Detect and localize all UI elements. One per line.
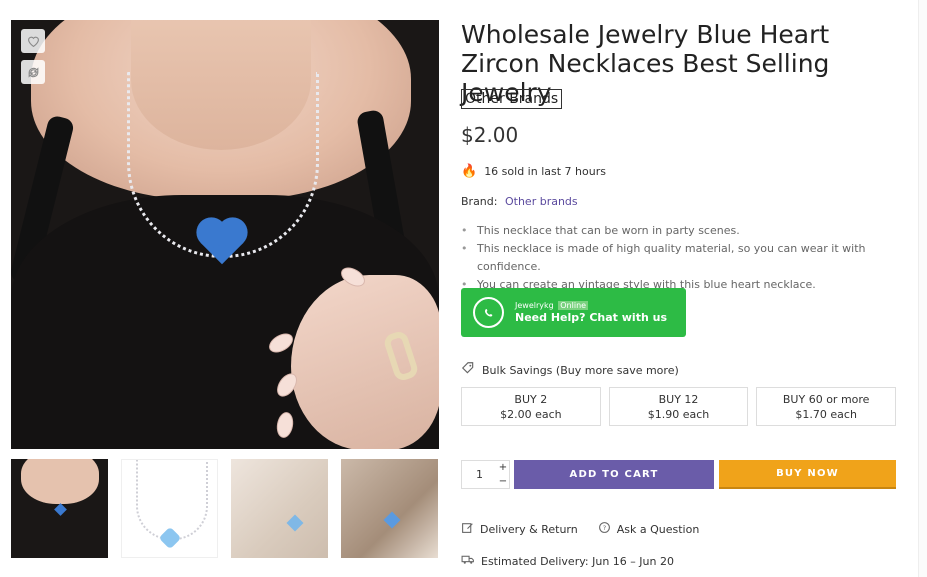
buy-now-button[interactable]: BUY NOW	[719, 460, 896, 489]
whatsapp-chat-button[interactable]: Jewelrykg Online Need Help? Chat with us	[461, 288, 686, 337]
add-to-cart-button[interactable]: ADD TO CART	[514, 460, 714, 489]
page-scrollbar[interactable]	[918, 0, 927, 577]
sold-text: 16 sold in last 7 hours	[484, 165, 606, 178]
wishlist-button[interactable]	[21, 29, 45, 53]
feature-list: This necklace that can be worn in party …	[461, 222, 891, 294]
product-price: $2.00	[461, 123, 519, 147]
whatsapp-name: Jewelrykg	[515, 301, 554, 310]
brand-label: Brand:	[461, 195, 498, 208]
info-links: Delivery & Return ? Ask a Question	[461, 521, 699, 537]
edit-box-icon	[461, 521, 474, 537]
whatsapp-cta: Need Help? Chat with us	[515, 311, 667, 324]
delivery-return-link[interactable]: Delivery & Return	[461, 521, 578, 537]
tier-price: $2.00 each	[500, 408, 562, 421]
whatsapp-header: Jewelrykg Online	[515, 300, 667, 311]
sold-counter: 🔥 16 sold in last 7 hours	[461, 164, 606, 179]
thumbnail-3[interactable]	[231, 459, 328, 558]
feature-item: This necklace is made of high quality ma…	[461, 240, 891, 276]
truck-icon	[461, 553, 475, 569]
tier-price: $1.90 each	[647, 408, 710, 421]
ask-question-link[interactable]: ? Ask a Question	[598, 521, 700, 537]
feature-item: This necklace that can be worn in party …	[461, 222, 891, 240]
image-hand	[291, 275, 439, 449]
tag-icon	[461, 361, 475, 379]
whatsapp-text: Jewelrykg Online Need Help? Chat with us	[515, 300, 667, 325]
quantity-input[interactable]	[462, 461, 497, 488]
thumbnail-4[interactable]	[341, 459, 438, 558]
quantity-decrease-button[interactable]: −	[497, 475, 509, 489]
heart-outline-icon	[27, 36, 39, 47]
quantity-stepper: + −	[461, 460, 510, 489]
estimated-delivery: Estimated Delivery: Jun 16 – Jun 20	[461, 553, 674, 569]
thumbnail-strip	[11, 459, 439, 558]
main-product-image[interactable]	[11, 20, 439, 449]
refresh-icon	[28, 66, 38, 78]
tier-qty: BUY 12	[658, 393, 699, 406]
bulk-tier[interactable]: BUY 60 or more $1.70 each	[756, 387, 897, 426]
tier-qty: BUY 60 or more	[782, 393, 870, 406]
ask-question-label: Ask a Question	[616, 522, 700, 536]
thumbnail-2[interactable]	[121, 459, 218, 558]
tier-price: $1.70 each	[795, 408, 857, 421]
fire-icon: 🔥	[461, 164, 478, 179]
compare-button[interactable]	[21, 60, 45, 84]
bulk-tiers: BUY 2 $2.00 each BUY 12 $1.90 each BUY 6…	[461, 387, 897, 426]
thumbnail-1[interactable]	[11, 459, 108, 558]
bulk-tier[interactable]: BUY 2 $2.00 each	[461, 387, 601, 426]
bulk-savings: Bulk Savings (Buy more save more)	[461, 361, 679, 379]
online-status: Online	[558, 301, 589, 310]
brand-line: Brand: Other brands	[461, 195, 578, 208]
quantity-increase-button[interactable]: +	[497, 461, 509, 475]
brand-tag[interactable]: Other Brands	[461, 89, 563, 109]
whatsapp-icon	[473, 297, 504, 328]
question-circle-icon: ?	[598, 521, 611, 537]
quantity-steps: + −	[497, 461, 509, 488]
brand-link[interactable]: Other brands	[505, 195, 578, 208]
tier-qty: BUY 2	[514, 393, 548, 406]
delivery-text: Estimated Delivery: Jun 16 – Jun 20	[481, 554, 674, 568]
bulk-tier[interactable]: BUY 12 $1.90 each	[608, 387, 749, 426]
svg-text:?: ?	[603, 524, 606, 532]
bulk-label: Bulk Savings (Buy more save more)	[482, 363, 679, 377]
delivery-return-label: Delivery & Return	[480, 522, 578, 536]
